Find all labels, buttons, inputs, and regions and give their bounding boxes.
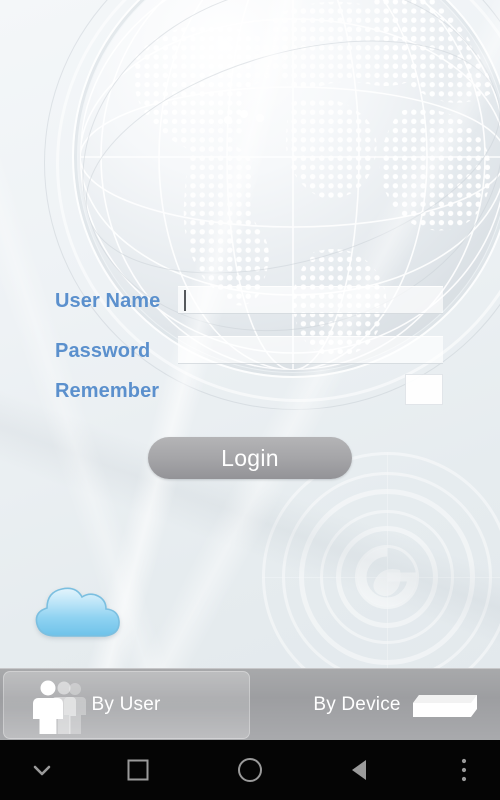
triangle-left-icon: [352, 760, 366, 780]
back-button[interactable]: [325, 740, 395, 800]
circle-icon: [238, 758, 262, 782]
tab-by-user[interactable]: By User: [3, 671, 250, 739]
android-navigation-bar: [0, 740, 500, 800]
menu-button[interactable]: [434, 740, 494, 800]
recents-button[interactable]: [103, 740, 173, 800]
password-row: Password: [0, 336, 500, 370]
username-row: User Name: [0, 286, 500, 320]
device-box-icon: [413, 695, 477, 717]
device-screen: User Name Password Remember Login By Use…: [0, 0, 500, 800]
remember-checkbox[interactable]: [405, 374, 443, 405]
three-dots-icon: [461, 758, 467, 782]
password-label: Password: [55, 340, 151, 362]
login-button[interactable]: Login: [148, 437, 352, 479]
text-caret: [184, 290, 186, 311]
username-input[interactable]: [178, 286, 443, 314]
tab-by-user-label: By User: [91, 694, 161, 715]
cloud-icon: [35, 587, 120, 637]
tab-by-device[interactable]: By Device: [253, 671, 497, 739]
hide-keyboard-button[interactable]: [7, 740, 77, 800]
home-button[interactable]: [215, 740, 285, 800]
remember-label: Remember: [55, 380, 160, 402]
username-label: User Name: [55, 290, 161, 312]
login-screen: User Name Password Remember Login: [0, 0, 500, 740]
bottom-tab-bar: By User By Device: [0, 668, 500, 741]
square-icon: [127, 759, 149, 781]
remember-row: Remember: [0, 374, 500, 410]
password-input[interactable]: [178, 336, 443, 364]
chevron-down-icon: [33, 765, 51, 776]
